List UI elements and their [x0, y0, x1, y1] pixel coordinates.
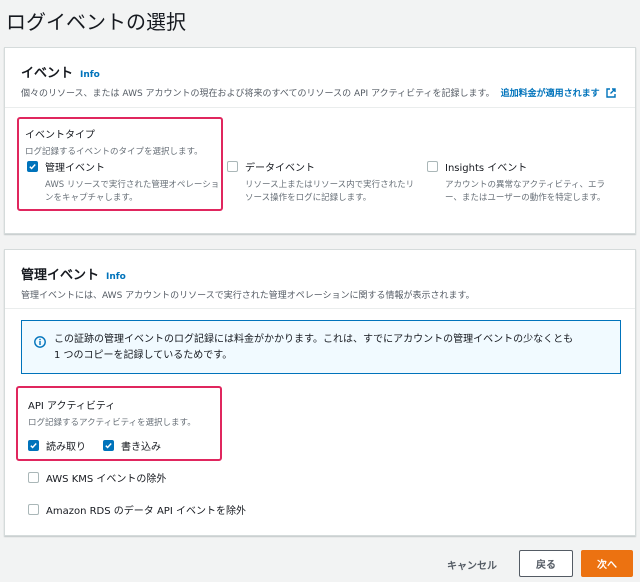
read-label[interactable]: 読み取り	[46, 438, 86, 453]
cancel-button[interactable]: キャンセル	[447, 557, 497, 572]
mgmt-info-link[interactable]: Info	[106, 272, 126, 282]
management-events-desc-line1: AWS リソースで実行された管理オペレーショ	[45, 180, 220, 190]
exclude-rds-option: Amazon RDS のデータ API イベントを除外	[28, 502, 246, 517]
events-panel: イベント Info 個々のリソース、または AWS アカウントの現在および将来の…	[4, 47, 636, 234]
extra-charge-link[interactable]: 追加料金が適用されます	[501, 86, 600, 99]
panel-divider	[5, 107, 635, 108]
insights-events-label[interactable]: Insights イベント	[445, 159, 527, 174]
write-checkbox[interactable]	[103, 440, 114, 451]
insights-events-checkbox[interactable]	[427, 161, 438, 172]
read-checkbox[interactable]	[28, 440, 39, 451]
exclude-kms-option: AWS KMS イベントの除外	[28, 470, 166, 485]
exclude-rds-checkbox[interactable]	[28, 504, 39, 515]
write-label[interactable]: 書き込み	[121, 438, 161, 453]
read-option: 読み取り	[28, 438, 86, 453]
next-button[interactable]: 次へ	[581, 550, 633, 577]
event-type-field: イベントタイプ ログ記録するイベントのタイプを選択します。	[25, 126, 203, 157]
data-events-desc-line2: ソース操作をログに記録します。	[245, 193, 372, 203]
management-events-desc-line2: ンをキャプチャします。	[45, 193, 138, 203]
management-events-label[interactable]: 管理イベント	[45, 159, 105, 174]
exclude-kms-checkbox[interactable]	[28, 472, 39, 483]
api-activity-sublabel: ログ記録するアクティビティを選択します。	[28, 418, 196, 428]
events-panel-description: 個々のリソース、または AWS アカウントの現在および将来のすべてのリソースの …	[21, 89, 495, 99]
info-circle-icon	[34, 333, 46, 348]
mgmt-panel-title-row: 管理イベント Info	[21, 264, 619, 283]
charge-info-alert-text: この証跡の管理イベントのログ記録には料金がかかります。これは、すでにアカウントの…	[54, 332, 608, 373]
charge-info-alert: この証跡の管理イベントのログ記録には料金がかかります。これは、すでにアカウントの…	[21, 320, 621, 374]
page-title: ログイベントの選択	[6, 10, 186, 34]
write-option: 書き込み	[103, 438, 161, 453]
event-type-sublabel: ログ記録するイベントのタイプを選択します。	[25, 147, 203, 157]
insights-events-description: アカウントの異常なアクティビティ、エラ ー、またはユーザーの動作を特定します。	[445, 179, 640, 205]
checkmark-icon	[29, 164, 36, 170]
mgmt-panel-description: 管理イベントには、AWS アカウントのリソースで実行された管理オペレーションに関…	[21, 291, 475, 301]
insights-events-desc-line1: アカウントの異常なアクティビティ、エラ	[445, 180, 606, 190]
data-events-checkbox[interactable]	[227, 161, 238, 172]
alert-line1: この証跡の管理イベントのログ記録には料金がかかります。これは、すでにアカウントの…	[54, 334, 574, 345]
insights-events-desc-line2: ー、またはユーザーの動作を特定します。	[445, 193, 606, 203]
events-info-link[interactable]: Info	[80, 70, 100, 80]
management-events-checkbox[interactable]	[27, 161, 38, 172]
api-activity-field: API アクティビティ ログ記録するアクティビティを選択します。	[28, 397, 196, 428]
mgmt-panel-title: 管理イベント	[21, 268, 100, 283]
events-panel-title-row: イベント Info	[21, 62, 619, 81]
checkmark-icon	[30, 443, 37, 449]
management-events-panel: 管理イベント Info 管理イベントには、AWS アカウントのリソースで実行され…	[4, 249, 636, 536]
option-management-events: 管理イベント AWS リソースで実行された管理オペレーショ ンをキャプチャします…	[27, 159, 245, 205]
data-events-label[interactable]: データイベント	[245, 159, 315, 174]
checkmark-icon	[105, 443, 112, 449]
exclude-rds-label[interactable]: Amazon RDS のデータ API イベントを除外	[46, 502, 246, 517]
data-events-desc-line1: リソース上またはリソース内で実行されたリ	[245, 180, 415, 190]
option-insights-events: Insights イベント アカウントの異常なアクティビティ、エラ ー、またはユ…	[427, 159, 640, 205]
alert-line2: 1 つのコピーを記録しているためです。	[54, 350, 233, 361]
back-button[interactable]: 戻る	[519, 550, 573, 577]
exclude-kms-label[interactable]: AWS KMS イベントの除外	[46, 470, 166, 485]
option-data-events: データイベント リソース上またはリソース内で実行されたリ ソース操作をログに記録…	[227, 159, 445, 205]
api-activity-label: API アクティビティ	[28, 401, 116, 412]
event-type-label: イベントタイプ	[25, 130, 95, 141]
data-events-description: リソース上またはリソース内で実行されたリ ソース操作をログに記録します。	[245, 179, 445, 205]
events-panel-title: イベント	[21, 66, 74, 81]
management-events-description: AWS リソースで実行された管理オペレーショ ンをキャプチャします。	[45, 179, 245, 205]
events-panel-description-row: 個々のリソース、または AWS アカウントの現在および将来のすべてのリソースの …	[21, 86, 619, 99]
panel-divider	[5, 308, 635, 309]
external-link-icon[interactable]	[605, 87, 616, 98]
